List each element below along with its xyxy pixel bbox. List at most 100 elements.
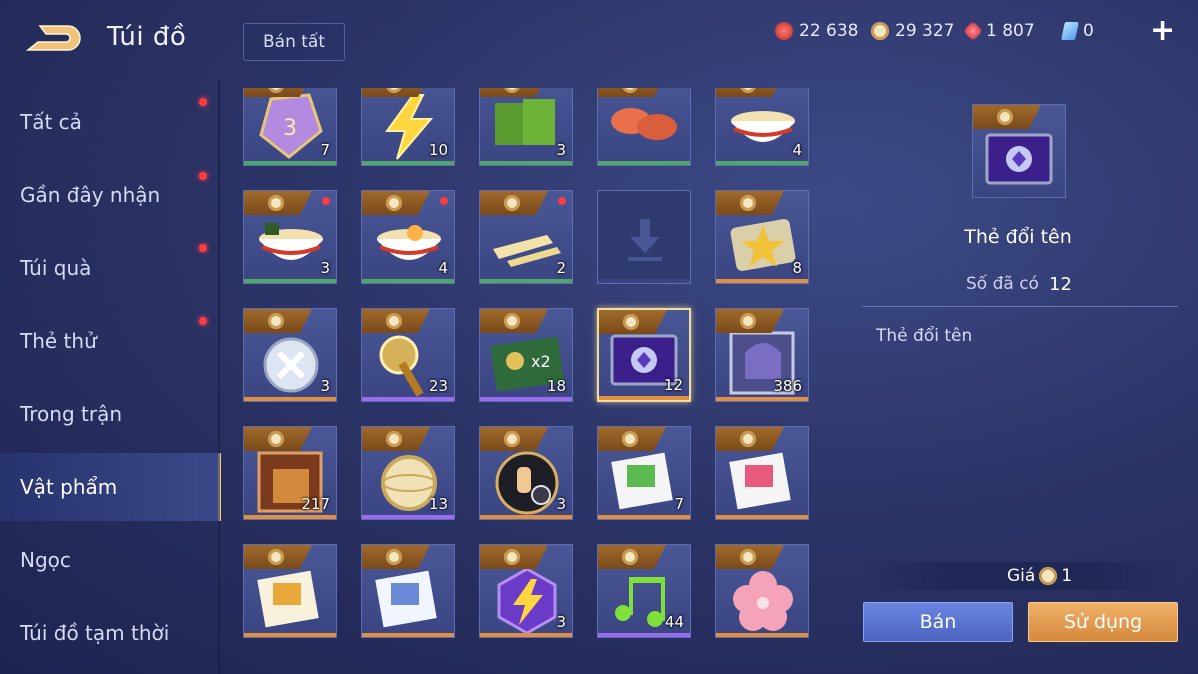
currency-value: 29 327 [895, 21, 955, 41]
inventory-item[interactable]: x2 18 [479, 308, 573, 402]
notification-dot [199, 317, 207, 325]
back-arrow-icon [25, 25, 81, 51]
rarity-bar [480, 633, 572, 637]
sidebar-item-all[interactable]: Tất cả [0, 88, 218, 156]
noodle-bowl-icon [731, 111, 795, 142]
currency-ruby-gem: 1 807 [963, 20, 1035, 42]
download-icon [628, 219, 662, 261]
item-count: 3 [556, 613, 566, 631]
rarity-bar [716, 161, 808, 165]
sidebar-item-gems[interactable]: Ngọc [0, 526, 218, 594]
item-description: Thẻ đổi tên [876, 326, 973, 346]
inventory-item[interactable]: 23 [361, 308, 455, 402]
sell-button[interactable]: Bán [863, 602, 1013, 642]
new-dot [322, 197, 330, 205]
silver-orb-icon [263, 337, 319, 393]
price-value: 1 [1061, 566, 1073, 586]
inventory-item[interactable]: 8 [715, 190, 809, 284]
item-count: 3 [320, 259, 330, 277]
sidebar-item-trial-cards[interactable]: Thẻ thử [0, 307, 218, 375]
purple-bolt-gem-icon [497, 567, 557, 635]
sidebar-item-recent[interactable]: Gần đây nhận [0, 161, 218, 229]
divider [862, 306, 1178, 307]
item-count: 7 [674, 495, 684, 513]
owned-label: Số đã có [966, 274, 1039, 294]
currency-value: 22 638 [799, 21, 859, 41]
rarity-bar [362, 397, 454, 401]
inventory-item[interactable] [243, 544, 337, 638]
back-button[interactable] [20, 20, 82, 56]
bamboo-shoots-icon [493, 235, 561, 267]
notification-dot [199, 244, 207, 252]
inventory-item[interactable]: 3 [479, 426, 573, 520]
new-dot [558, 197, 566, 205]
ruby-gem-icon [963, 21, 983, 41]
use-button[interactable]: Sử dụng [1028, 602, 1178, 642]
gold-coin-icon [871, 22, 889, 40]
currency-red-crystal: 22 638 [775, 20, 858, 42]
rarity-bar [598, 279, 690, 283]
inventory-item[interactable]: 3 [243, 308, 337, 402]
inventory-item[interactable] [597, 190, 691, 284]
inventory-item[interactable]: 10 [361, 88, 455, 166]
sell-all-button[interactable]: Bán tất [243, 23, 345, 61]
currency-value: 0 [1083, 21, 1094, 41]
rarity-bar [244, 515, 336, 519]
sidebar-item-gift-bags[interactable]: Túi quà [0, 234, 218, 302]
item-count: 8 [792, 259, 802, 277]
sidebar-item-label: Túi quà [20, 256, 92, 280]
inventory-item[interactable]: 13 [361, 426, 455, 520]
item-count: 44 [664, 613, 684, 631]
rarity-bar [480, 279, 572, 283]
inventory-item[interactable]: 217 [243, 426, 337, 520]
sidebar-item-in-match[interactable]: Trong trận [0, 380, 218, 448]
inventory-item[interactable]: 7 [597, 426, 691, 520]
inventory-item[interactable]: 4 [361, 190, 455, 284]
ramen-bowl-icon [259, 223, 323, 260]
currency-value: 1 807 [986, 21, 1035, 41]
item-count: 13 [428, 495, 448, 513]
rarity-bar [480, 397, 572, 401]
item-grid: 3 7 10 3 4 3 4 2 8 3 23 x2 18 12 386 217 13 3 7 3 44 [243, 88, 813, 648]
inventory-item[interactable]: 386 [715, 308, 809, 402]
sidebar-item-temp-bag[interactable]: Túi đồ tạm thời [0, 599, 218, 667]
inventory-item[interactable]: 37 [243, 88, 337, 166]
sidebar-item-label: Trong trận [20, 402, 123, 426]
inventory-item[interactable]: 4 [715, 88, 809, 166]
green-book-icon [611, 452, 673, 510]
item-count: 386 [773, 377, 802, 395]
notification-dot [199, 98, 207, 106]
price: Giá 1 [1007, 566, 1072, 586]
inventory-item[interactable] [715, 544, 809, 638]
rarity-bar [480, 515, 572, 519]
sidebar-item-label: Tất cả [20, 110, 82, 134]
rarity-bar [362, 161, 454, 165]
inventory-item[interactable]: 12 [597, 308, 691, 402]
coin-tag-icon [973, 105, 1041, 129]
item-count: 3 [556, 141, 566, 159]
svg-text:x2: x2 [531, 352, 551, 371]
rarity-bar [598, 515, 690, 519]
price-label: Giá [1007, 566, 1036, 586]
owned-value: 12 [1049, 274, 1072, 295]
hand-check-icon [495, 451, 559, 515]
inventory-item[interactable] [597, 88, 691, 166]
rarity-bar [244, 633, 336, 637]
inventory-item[interactable] [361, 544, 455, 638]
rarity-bar [244, 161, 336, 165]
inventory-item[interactable]: 3 [243, 190, 337, 284]
inventory-item[interactable]: 3 [479, 544, 573, 638]
inventory-item[interactable]: 2 [479, 190, 573, 284]
category-sidebar: Tất cả Gần đây nhận Túi quà Thẻ thử Tron… [0, 88, 221, 674]
sidebar-item-items[interactable]: Vật phẩm [0, 453, 221, 521]
inventory-item[interactable]: 44 [597, 544, 691, 638]
svg-text:3: 3 [283, 116, 297, 141]
blue-book-icon [375, 570, 437, 628]
sidebar-item-label: Vật phẩm [20, 475, 118, 499]
egg-bowl-icon [377, 225, 441, 260]
item-count: 23 [428, 377, 448, 395]
green-cards-icon [495, 99, 555, 145]
inventory-item[interactable] [715, 426, 809, 520]
plus-icon[interactable]: + [1150, 16, 1175, 46]
inventory-item[interactable]: 3 [479, 88, 573, 166]
